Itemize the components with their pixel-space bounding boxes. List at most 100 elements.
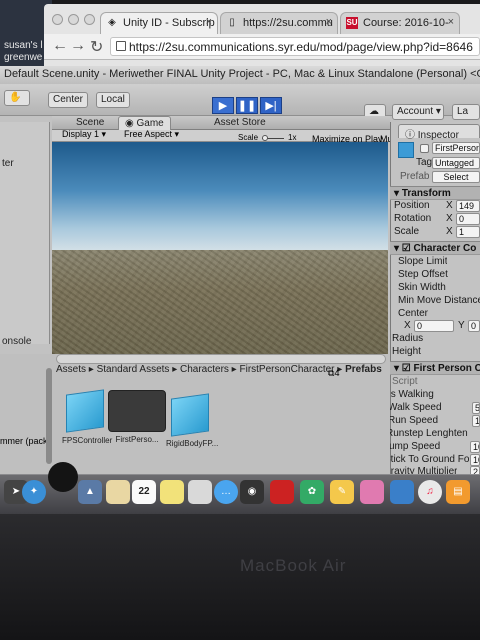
- scale-label: Scale: [238, 133, 259, 142]
- axis-x-label: X: [446, 200, 453, 211]
- notes-icon[interactable]: [106, 480, 130, 504]
- desktop-app-icon[interactable]: [390, 480, 414, 504]
- photobooth-icon[interactable]: [270, 480, 294, 504]
- tab-console[interactable]: onsole: [0, 336, 52, 350]
- terrain: [52, 250, 388, 354]
- pages-icon[interactable]: ✎: [330, 480, 354, 504]
- breadcrumb-fpc[interactable]: FirstPersonCharacter: [239, 364, 334, 375]
- photos-icon[interactable]: [188, 480, 212, 504]
- breadcrumb-characters[interactable]: Characters: [180, 364, 229, 375]
- tab-inspector[interactable]: ⓘ Inspector: [398, 124, 480, 141]
- transform-header[interactable]: ▾ Transform: [390, 186, 480, 200]
- project-scrollbar[interactable]: [46, 368, 52, 464]
- tab-course[interactable]: SU Course: 2016-10- ×: [340, 12, 460, 34]
- aspect-dropdown[interactable]: Free Aspect ▾: [124, 129, 179, 140]
- axis-x-label: X: [446, 226, 453, 237]
- tab-unity-id[interactable]: ◈ Unity ID - Subscrip ×: [100, 12, 218, 34]
- hand-tool-button[interactable]: ✋: [4, 90, 30, 106]
- stick-force-field[interactable]: 10: [470, 454, 480, 466]
- lock-icon: [116, 41, 126, 51]
- first-person-controller-header[interactable]: ▾ ☑ First Person Co: [390, 361, 480, 375]
- prefab-icon: [66, 389, 104, 433]
- asset-count-badge: ⧉4: [328, 368, 340, 378]
- center-y-field[interactable]: 0: [468, 320, 480, 332]
- object-name-field[interactable]: FirstPerson: [432, 142, 480, 154]
- desktop-label-2[interactable]: greenwe: [4, 52, 42, 64]
- pivot-local-button[interactable]: Local: [96, 92, 130, 108]
- laptop-bezel: [0, 514, 480, 640]
- rotation-label: Rotation: [394, 213, 432, 224]
- stickies-icon[interactable]: [160, 480, 184, 504]
- desktop-label-1[interactable]: susan's l: [4, 40, 43, 52]
- project-search-input[interactable]: [56, 354, 386, 364]
- close-window-button[interactable]: [52, 14, 63, 25]
- calendar-icon[interactable]: 22: [132, 480, 156, 504]
- play-button[interactable]: ▶: [212, 97, 234, 114]
- tab-scene[interactable]: Scene: [70, 116, 110, 130]
- itunes-icon[interactable]: ♫: [418, 480, 442, 504]
- account-dropdown[interactable]: Account ▾: [392, 104, 444, 120]
- utility-icon[interactable]: [360, 480, 384, 504]
- breadcrumb-assets[interactable]: Assets: [56, 364, 86, 375]
- tab-game[interactable]: ◉ Game: [118, 116, 171, 130]
- url-text: https://2su.communications.syr.edu/mod/p…: [129, 40, 473, 54]
- info-icon: ⓘ: [405, 130, 418, 141]
- breadcrumb-standard-assets[interactable]: Standard Assets: [97, 364, 170, 375]
- chrome-icon[interactable]: [48, 462, 78, 492]
- center-x-field[interactable]: 0: [414, 320, 454, 332]
- forward-icon[interactable]: →: [70, 37, 86, 55]
- character-controller-header[interactable]: ▾ ☑ Character Co: [390, 241, 480, 255]
- skin-width-label: Skin Width: [398, 282, 446, 293]
- active-checkbox[interactable]: [420, 144, 429, 153]
- radius-label: Radius: [392, 333, 424, 344]
- asset-firstperson[interactable]: FirstPerso...: [108, 390, 166, 444]
- axis-y-label: Y: [458, 320, 465, 331]
- run-speed-field[interactable]: 1: [472, 415, 480, 427]
- layers-dropdown[interactable]: La: [452, 104, 480, 120]
- close-icon[interactable]: ×: [448, 16, 454, 28]
- prefab-select-button[interactable]: Select: [432, 171, 480, 183]
- breadcrumb-prefabs[interactable]: Prefabs: [345, 364, 382, 375]
- breadcrumb: Assets ▸ Standard Assets ▸ Characters ▸ …: [56, 364, 382, 375]
- step-button[interactable]: ▶|: [260, 97, 282, 114]
- project-folder-item[interactable]: mmer (packa: [0, 436, 46, 446]
- preview-icon[interactable]: ▲: [78, 480, 102, 504]
- messages-icon[interactable]: …: [214, 480, 238, 504]
- hierarchy-panel: [0, 122, 50, 344]
- asset-rigidbodyfp[interactable]: RigidBodyFP...: [166, 393, 218, 448]
- close-icon[interactable]: ×: [326, 16, 332, 28]
- rotation-x-field[interactable]: 0: [456, 213, 480, 225]
- facetime-icon[interactable]: ◉: [240, 480, 264, 504]
- tab-label: https://2su.commu: [243, 17, 333, 29]
- su-icon: SU: [346, 17, 358, 29]
- minimize-window-button[interactable]: [68, 14, 79, 25]
- ibooks-icon[interactable]: ▤: [446, 480, 470, 504]
- game-viewport[interactable]: [52, 142, 388, 354]
- jump-speed-field[interactable]: 10: [470, 441, 480, 453]
- walk-speed-field[interactable]: 5: [472, 402, 480, 414]
- step-offset-label: Step Offset: [398, 269, 448, 280]
- display-dropdown[interactable]: Display 1 ▾: [62, 129, 106, 140]
- address-bar[interactable]: https://2su.communications.syr.edu/mod/p…: [110, 37, 480, 56]
- hierarchy-item[interactable]: ter: [2, 158, 14, 169]
- axis-x-label: X: [446, 213, 453, 224]
- iphoto-icon[interactable]: ✿: [300, 480, 324, 504]
- tab-asset-store[interactable]: Asset Store: [208, 116, 272, 130]
- back-icon[interactable]: ←: [52, 37, 68, 55]
- pause-button[interactable]: ❚❚: [236, 97, 258, 114]
- zoom-window-button[interactable]: [84, 14, 95, 25]
- pivot-center-button[interactable]: Center: [48, 92, 89, 108]
- close-icon[interactable]: ×: [206, 16, 212, 28]
- tab-2su[interactable]: ▯ https://2su.commu ×: [220, 12, 338, 34]
- scale-x-field[interactable]: 1: [456, 226, 480, 238]
- position-x-field[interactable]: 149: [456, 200, 480, 212]
- asset-fpscontroller[interactable]: FPSController: [62, 389, 112, 445]
- safari-icon[interactable]: ✦: [22, 480, 46, 504]
- reload-icon[interactable]: ↻: [90, 37, 103, 57]
- page-icon: ▯: [229, 17, 235, 28]
- axis-x-label: X: [404, 320, 411, 331]
- tab-label: Course: 2016-10-: [363, 17, 449, 29]
- tag-dropdown[interactable]: Untagged: [432, 157, 480, 169]
- scale-slider-thumb[interactable]: [262, 135, 268, 141]
- prefab-cube-icon: [398, 142, 414, 158]
